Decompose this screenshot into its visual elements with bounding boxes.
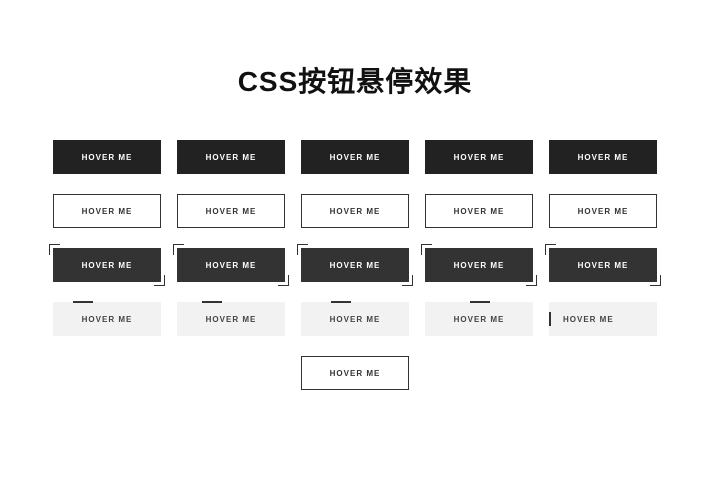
hover-button[interactable]: HOVER ME [177,302,285,336]
hover-button[interactable]: HOVER ME [53,140,161,174]
hover-button[interactable]: HOVER ME [549,248,657,282]
hover-button[interactable]: HOVER ME [301,140,409,174]
hover-button[interactable]: HOVER ME [301,356,409,390]
accent-line [202,301,222,303]
hover-button[interactable]: HOVER ME [301,248,409,282]
button-grid: HOVER ME HOVER ME HOVER ME HOVER ME HOVE… [40,140,670,390]
hover-button[interactable]: HOVER ME [301,194,409,228]
button-label: HOVER ME [206,315,257,324]
hover-button[interactable]: HOVER ME [549,140,657,174]
page-title: CSS按钮悬停效果 [238,60,473,100]
button-row-4: HOVER ME HOVER ME HOVER ME HOVER ME HOVE… [40,302,670,336]
hover-button[interactable]: HOVER ME [177,140,285,174]
button-label: HOVER ME [82,315,133,324]
accent-line [331,301,351,303]
hover-button[interactable]: HOVER ME [425,248,533,282]
button-label: HOVER ME [563,315,614,324]
button-label: HOVER ME [330,315,381,324]
hover-button[interactable]: HOVER ME [53,248,161,282]
hover-button[interactable]: HOVER ME [53,194,161,228]
hover-button[interactable]: HOVER ME [301,302,409,336]
hover-button[interactable]: HOVER ME [425,302,533,336]
button-row-5: HOVER ME [40,356,670,390]
button-row-2: HOVER ME HOVER ME HOVER ME HOVER ME HOVE… [40,194,670,228]
accent-line [73,301,93,303]
hover-button[interactable]: HOVER ME [425,140,533,174]
hover-button[interactable]: HOVER ME [549,194,657,228]
hover-button[interactable]: HOVER ME [177,194,285,228]
hover-button[interactable]: HOVER ME [53,302,161,336]
button-label: HOVER ME [454,315,505,324]
accent-line [470,301,490,303]
hover-button[interactable]: HOVER ME [177,248,285,282]
hover-button[interactable]: HOVER ME [549,302,657,336]
button-row-1: HOVER ME HOVER ME HOVER ME HOVER ME HOVE… [40,140,670,174]
accent-line [549,312,551,326]
button-row-3: HOVER ME HOVER ME HOVER ME HOVER ME HOVE… [40,248,670,282]
hover-button[interactable]: HOVER ME [425,194,533,228]
